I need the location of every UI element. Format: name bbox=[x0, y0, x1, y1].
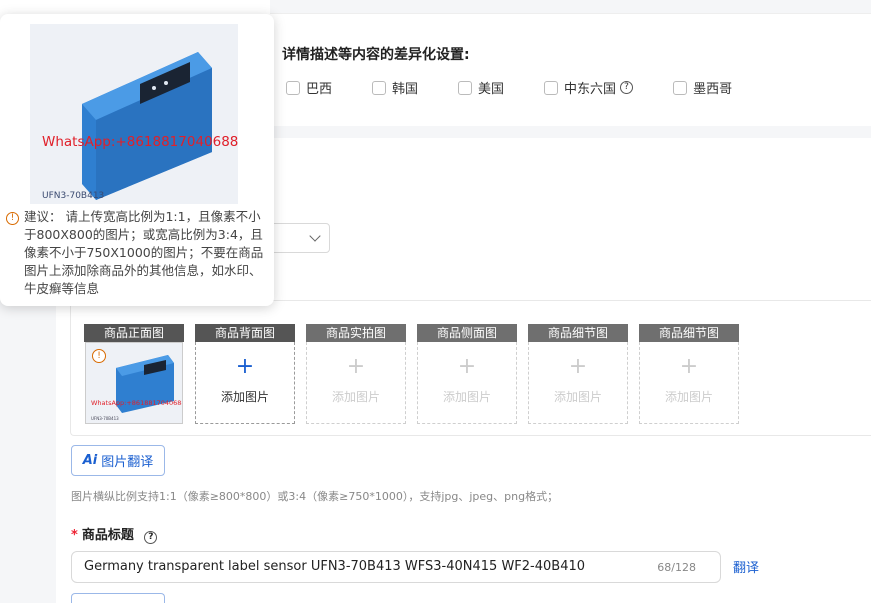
product-title-label: * 商品标题 ? bbox=[71, 524, 158, 544]
image-slot-detail-2[interactable]: 商品细节图 + 添加图片 bbox=[639, 324, 739, 424]
plus-icon: + bbox=[457, 354, 477, 379]
region-option-label: 巴西 bbox=[306, 82, 333, 97]
product-title-label-text: 商品标题 bbox=[81, 528, 134, 543]
watermark-text: WhatsApp:+8618817040688 bbox=[42, 134, 238, 150]
required-star: * bbox=[71, 528, 78, 543]
checkbox[interactable] bbox=[458, 80, 473, 95]
left-rail bbox=[0, 300, 56, 603]
image-upload-area[interactable]: + 添加图片 bbox=[528, 342, 628, 424]
help-circle-icon[interactable]: ? bbox=[620, 81, 634, 94]
region-options: 巴西 韩国 美国 中东六国 ? 墨西哥 bbox=[286, 78, 772, 97]
image-advice-text: 建议： 请上传宽高比例为1:1，且像素不小于800X800的图片；或宽高比例为3… bbox=[24, 209, 264, 296]
title-translate-link[interactable]: 翻译 bbox=[733, 557, 759, 576]
add-image-label: 添加图片 bbox=[331, 390, 380, 404]
top-strip bbox=[270, 0, 871, 14]
checkbox[interactable] bbox=[544, 80, 559, 95]
ai-icon: Ai bbox=[82, 453, 98, 468]
image-translate-button[interactable]: Ai 图片翻译 bbox=[71, 445, 165, 476]
image-slot-label: 商品侧面图 bbox=[417, 324, 517, 342]
region-settings-title: 详情描述等内容的差异化设置: bbox=[282, 47, 470, 63]
plus-icon: + bbox=[679, 354, 699, 379]
region-option-usa[interactable]: 美国 bbox=[458, 78, 504, 97]
region-settings-panel: 详情描述等内容的差异化设置: 巴西 韩国 美国 中东六国 ? 墨西哥 bbox=[262, 16, 871, 126]
image-slot-label: 商品实拍图 bbox=[306, 324, 406, 342]
region-option-middle-east[interactable]: 中东六国 ? bbox=[544, 78, 634, 97]
warning-icon[interactable]: ! bbox=[92, 349, 106, 363]
image-slot-side[interactable]: 商品侧面图 + 添加图片 bbox=[417, 324, 517, 424]
add-image-label: 添加图片 bbox=[220, 390, 269, 404]
watermark-text: WhatsApp:+8618817040688 bbox=[91, 399, 183, 407]
region-option-korea[interactable]: 韩国 bbox=[372, 78, 418, 97]
image-slot-label: 商品背面图 bbox=[195, 324, 295, 342]
image-slot-back[interactable]: 商品背面图 + 添加图片 bbox=[195, 324, 295, 424]
model-text: UFN3-70B413 bbox=[42, 191, 104, 201]
image-preview-popover: WhatsApp:+8618817040688 UFN3-70B413 ! 建议… bbox=[0, 14, 274, 306]
image-slot-detail-1[interactable]: 商品细节图 + 添加图片 bbox=[528, 324, 628, 424]
region-option-label: 中东六国 bbox=[564, 82, 617, 97]
region-option-brazil[interactable]: 巴西 bbox=[286, 78, 332, 97]
image-slot-front[interactable]: 商品正面图 WhatsApp:+8618817040688 UFN3-70B41… bbox=[84, 324, 184, 424]
checkbox[interactable] bbox=[372, 80, 387, 95]
product-thumbnail[interactable]: WhatsApp:+8618817040688 UFN3-70B413 ! bbox=[85, 342, 183, 424]
section-separator bbox=[270, 126, 871, 138]
model-text: UFN3-70B413 bbox=[91, 416, 119, 421]
add-image-label: 添加图片 bbox=[553, 390, 602, 404]
image-slot-real-shot[interactable]: 商品实拍图 + 添加图片 bbox=[306, 324, 406, 424]
image-slot-label: 商品正面图 bbox=[84, 324, 184, 342]
popover-product-image: WhatsApp:+8618817040688 UFN3-70B413 bbox=[30, 24, 238, 204]
image-format-hint: 图片横纵比例支持1:1（像素≥800*800）或3:4（像素≥750*1000）… bbox=[71, 490, 559, 503]
bottom-button[interactable] bbox=[71, 593, 165, 603]
title-char-counter: 68/128 bbox=[657, 561, 696, 574]
image-slot-label: 商品细节图 bbox=[639, 324, 739, 342]
image-upload-area[interactable]: + 添加图片 bbox=[195, 342, 295, 424]
add-image-label: 添加图片 bbox=[664, 390, 713, 404]
chevron-down-icon bbox=[309, 230, 321, 242]
region-option-mexico[interactable]: 墨西哥 bbox=[673, 78, 732, 97]
product-photo-large: WhatsApp:+8618817040688 UFN3-70B413 bbox=[30, 24, 238, 204]
image-slot-label: 商品细节图 bbox=[528, 324, 628, 342]
image-translate-label: 图片翻译 bbox=[101, 455, 154, 470]
help-circle-icon[interactable]: ? bbox=[144, 531, 158, 544]
product-edit-page: 详情描述等内容的差异化设置: 巴西 韩国 美国 中东六国 ? 墨西哥 商品正面图… bbox=[0, 0, 871, 603]
product-title-input[interactable]: Germany transparent label sensor UFN3-70… bbox=[71, 551, 721, 583]
product-title-value[interactable]: Germany transparent label sensor UFN3-70… bbox=[84, 559, 585, 574]
plus-icon: + bbox=[235, 354, 255, 379]
plus-icon: + bbox=[346, 354, 366, 379]
add-image-label: 添加图片 bbox=[442, 390, 491, 404]
checkbox[interactable] bbox=[286, 80, 300, 95]
image-upload-area[interactable]: + 添加图片 bbox=[639, 342, 739, 424]
region-option-label: 韩国 bbox=[392, 82, 419, 97]
image-upload-area[interactable]: + 添加图片 bbox=[417, 342, 517, 424]
warning-icon: ! bbox=[6, 212, 19, 225]
plus-icon: + bbox=[568, 354, 588, 379]
image-upload-area[interactable]: + 添加图片 bbox=[306, 342, 406, 424]
region-option-label: 墨西哥 bbox=[693, 82, 733, 97]
region-option-label: 美国 bbox=[478, 82, 505, 97]
checkbox[interactable] bbox=[673, 80, 688, 95]
